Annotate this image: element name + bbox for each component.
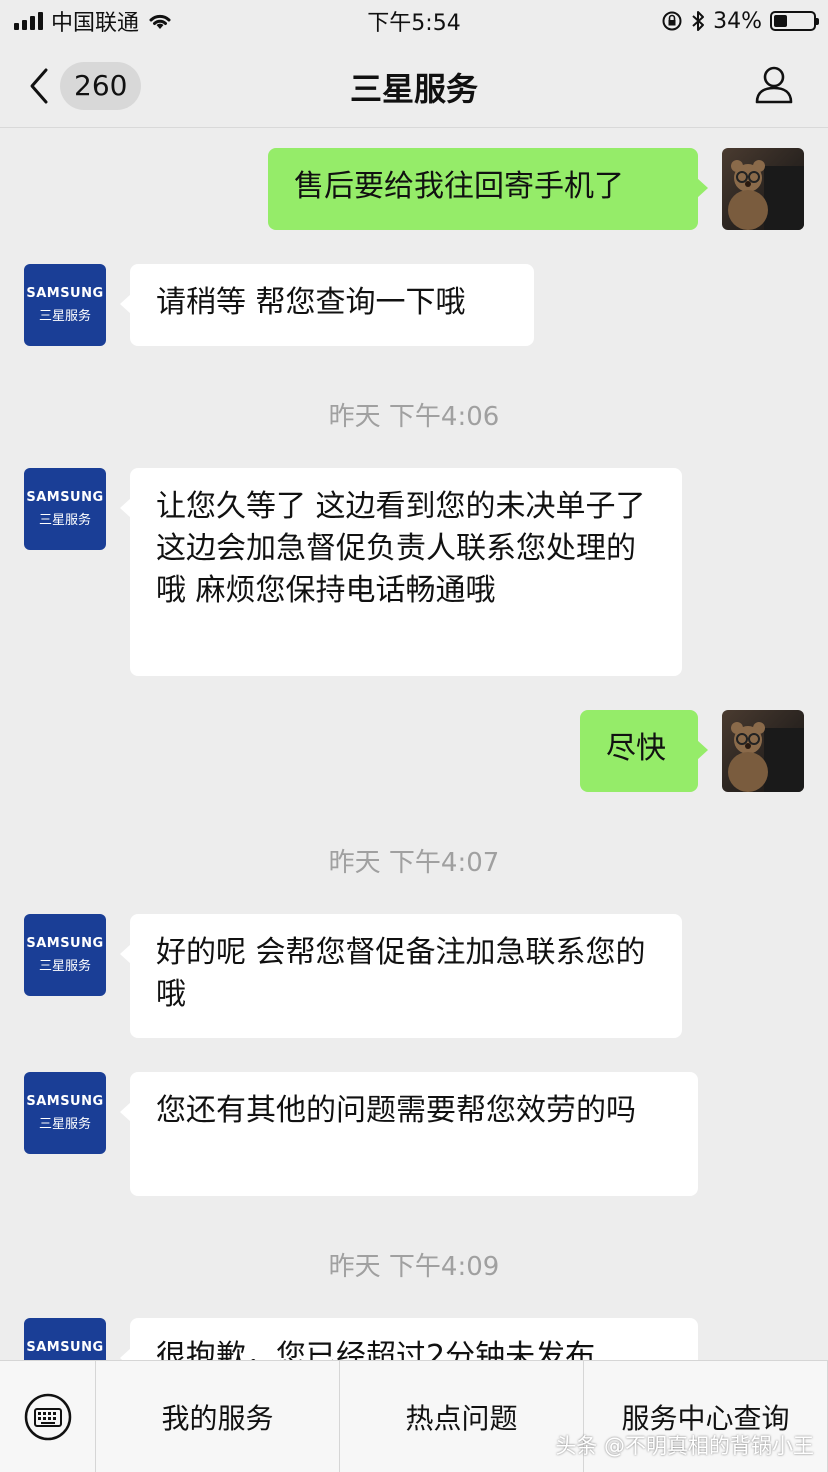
user-avatar[interactable] (722, 148, 804, 230)
message-timestamp: 昨天 下午4:09 (328, 1252, 500, 1282)
watermark: 头条 @不明真相的背锅小王 (555, 1434, 814, 1458)
signal-icon (14, 12, 43, 30)
samsung-avatar[interactable]: SAMSUNG 三星服务 (24, 264, 106, 346)
message-bubble-other[interactable]: 请稍等 帮您查询一下哦 (120, 264, 534, 346)
carrier-name: 中国联通 (51, 11, 140, 36)
battery-level (774, 15, 787, 27)
wifi-icon (149, 14, 171, 29)
samsung-logo-label: 三星服务 (38, 309, 91, 324)
message-timestamp: 昨天 下午4:07 (328, 848, 500, 878)
keyboard-icon (24, 1393, 71, 1441)
message-bubble-other[interactable]: 让您久等了 这边看到您的未决单子了 这边会加急督促负责人联系您处理的哦 麻烦您保… (120, 468, 682, 676)
samsung-logo-text: SAMSUNG (26, 1340, 104, 1355)
samsung-logo-label: 三星服务 (38, 1117, 91, 1132)
message-bubble-self[interactable]: 尽快 (580, 710, 708, 792)
user-avatar[interactable] (722, 710, 804, 792)
menu-my-service[interactable]: 我的服务 (96, 1361, 340, 1472)
bluetooth-icon (692, 11, 705, 31)
status-left: 中国联通 (14, 5, 173, 37)
chat-messages[interactable]: 售后要给我往回寄手机了 SAMSUNG 三星服务 请稍等 帮您查询一下哦 昨天 … (0, 128, 828, 1360)
message-bubble-other[interactable]: 很抱歉，您已经超过2分钟未发布 (120, 1318, 698, 1360)
samsung-avatar[interactable]: SAMSUNG 三星服务 (24, 914, 106, 996)
battery-percent: 34% (713, 8, 762, 34)
menu-hot-questions[interactable]: 热点问题 (340, 1361, 584, 1472)
message-bubble-self[interactable]: 售后要给我往回寄手机了 (268, 148, 708, 230)
message-timestamp: 昨天 下午4:06 (328, 402, 500, 432)
message-bubble-other[interactable]: 您还有其他的问题需要帮您效劳的吗 (120, 1072, 698, 1196)
status-bar: 中国联通 下午5:54 34% (0, 0, 828, 42)
status-time: 下午5:54 (367, 11, 461, 36)
samsung-avatar[interactable]: SAMSUNG 三星服务 (24, 1072, 106, 1154)
chat-header: 260 三星服务 (0, 42, 828, 128)
samsung-logo-text: SAMSUNG (26, 1094, 104, 1109)
profile-button[interactable] (754, 64, 794, 108)
chat-title: 三星服务 (349, 70, 478, 108)
samsung-logo-label: 三星服务 (38, 513, 91, 528)
rotation-lock-icon (662, 11, 682, 31)
status-right: 34% (661, 8, 819, 34)
battery-icon (770, 11, 819, 31)
samsung-avatar[interactable]: SAMSUNG 三星服务 (24, 468, 106, 550)
samsung-logo-label: 三星服务 (38, 959, 91, 974)
person-icon (755, 66, 793, 104)
service-menu-bar: 我的服务 热点问题 服务中心查询 头条 @不明真相的背锅小王 (0, 1360, 828, 1472)
samsung-avatar[interactable]: SAMSUNG 三星服务 (24, 1318, 106, 1360)
samsung-logo-text: SAMSUNG (26, 286, 104, 301)
samsung-logo-text: SAMSUNG (26, 490, 104, 505)
samsung-logo-text: SAMSUNG (26, 936, 104, 951)
keyboard-toggle-button[interactable] (0, 1361, 96, 1472)
message-bubble-other[interactable]: 好的呢 会帮您督促备注加急联系您的哦 (120, 914, 682, 1038)
